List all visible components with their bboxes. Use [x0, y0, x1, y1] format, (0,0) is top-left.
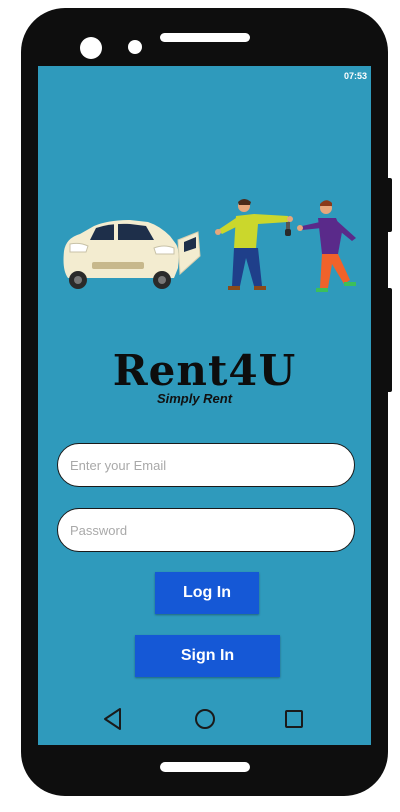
car-key-illustration	[285, 222, 291, 236]
password-input[interactable]	[57, 508, 355, 552]
app-logo: Rent4U	[112, 346, 297, 395]
car-handover-illustration	[63, 199, 356, 292]
person-receiving-key	[297, 200, 356, 292]
person-giving-key	[215, 199, 293, 290]
signin-button[interactable]: Sign In	[135, 635, 280, 677]
volume-button[interactable]	[386, 178, 392, 232]
back-triangle-icon[interactable]	[100, 706, 126, 732]
proximity-sensor	[128, 40, 142, 54]
app-screen: 07:53 Rent4U Simply Rent Enter your Emai…	[38, 66, 371, 745]
status-time: 07:53	[343, 71, 367, 81]
earpiece-speaker	[160, 33, 250, 42]
home-circle-icon[interactable]	[192, 706, 218, 732]
login-button[interactable]: Log In	[155, 572, 259, 614]
recents-square-icon[interactable]	[281, 706, 307, 732]
bottom-speaker-bar	[160, 762, 250, 772]
front-camera	[80, 37, 102, 59]
car-illustration	[63, 220, 201, 289]
app-tagline: Simply Rent	[156, 391, 233, 406]
email-input[interactable]	[57, 443, 355, 487]
power-button[interactable]	[386, 288, 392, 392]
